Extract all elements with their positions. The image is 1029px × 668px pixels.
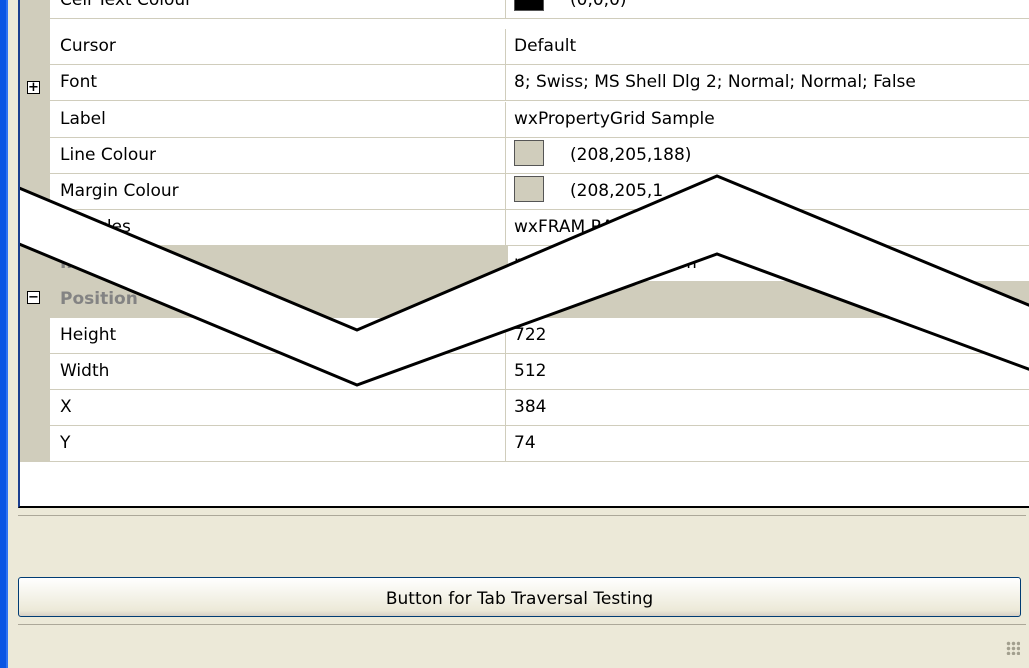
- status-bar: [18, 624, 1026, 661]
- property-grid[interactable]: Cell Text Colour (0,0,0) Cursor Default …: [18, 0, 1029, 508]
- tab-traversal-test-button[interactable]: Button for Tab Traversal Testing: [18, 577, 1021, 617]
- screenshot-break-overlay: [20, 174, 1029, 387]
- window-frame-left: [0, 0, 8, 668]
- resize-grip-icon[interactable]: [1006, 641, 1020, 655]
- panel-area: [18, 515, 1026, 573]
